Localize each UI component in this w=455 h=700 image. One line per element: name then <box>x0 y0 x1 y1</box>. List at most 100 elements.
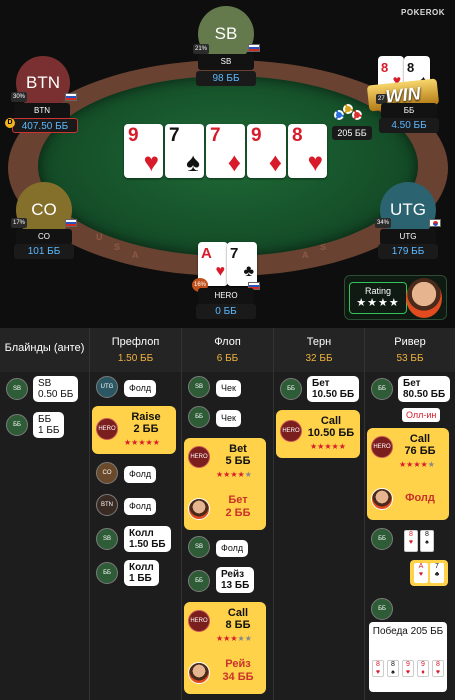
coach-avatar <box>406 278 442 318</box>
action-label: Колл <box>129 528 154 539</box>
street-pot: 32 ББ <box>305 353 333 364</box>
filled-stars: ★★★★ <box>399 460 428 469</box>
coach-avatar <box>188 498 210 520</box>
pot-amount: 205 ББ <box>332 126 372 140</box>
shown-card: 8 ♠ <box>420 530 434 552</box>
board-card: 7 ♠ <box>165 124 204 178</box>
korea-flag-icon <box>429 219 441 227</box>
action-bubble: SB 0.50 ББ <box>33 376 79 402</box>
empty-stars: ★ <box>244 470 252 479</box>
action-label: Бет <box>403 378 421 389</box>
action-bubble: Колл 1 ББ <box>124 560 159 586</box>
action-amount: 10.50 ББ <box>307 427 355 439</box>
player-badge-bb: ББ <box>280 378 302 400</box>
seat-name: HERO <box>198 288 254 304</box>
pokerok-logo: POKEROK <box>401 8 445 17</box>
action-label: Raise <box>131 411 161 423</box>
street-title: Флоп <box>214 336 241 348</box>
winning-card: 9 ♦ <box>417 660 429 677</box>
winning-card: 8 ♥ <box>432 660 444 677</box>
hearts-suit-icon: ♥ <box>215 263 226 280</box>
card-rank: 8 <box>409 531 413 538</box>
action-label: Bet <box>229 443 247 455</box>
spades-suit-icon: ♠ <box>186 147 200 177</box>
action-label: Рейз <box>221 569 245 580</box>
russia-flag-icon <box>248 44 260 52</box>
rating-stars-icon: ★★★★★ <box>399 460 435 469</box>
action-amount: 1.50 ББ <box>129 539 166 550</box>
filled-stars: ★★★ <box>216 634 238 643</box>
card-rank: 8 <box>391 661 395 668</box>
player-badge-sb: SB <box>188 536 210 558</box>
action-bubble: Рейз 13 ББ <box>216 567 255 593</box>
card-rank: 9 <box>421 661 425 668</box>
card-rank: 8 <box>381 60 389 75</box>
seat-name: ББ <box>381 103 437 119</box>
board-card: 7 ♦ <box>206 124 245 178</box>
player-badge-hero: HERO <box>371 436 393 458</box>
player-badge-utg: UTG <box>96 376 118 398</box>
winner-result: Победа 205 ББ <box>369 622 447 692</box>
diamonds-suit-icon: ♦ <box>268 147 282 177</box>
russia-flag-icon <box>65 93 77 101</box>
street-header-blinds: Блайнды (анте) <box>0 328 89 372</box>
hearts-suit-icon: ♥ <box>307 147 323 177</box>
action-label: Call <box>227 607 249 619</box>
action-bubble: Фолд <box>124 498 157 515</box>
action-bubble: Чек <box>216 380 241 397</box>
column-divider <box>181 328 182 700</box>
pot-chips-icon <box>334 104 364 128</box>
player-badge-hero: HERO <box>188 610 210 632</box>
rating-stars-icon: ★★★★★ <box>216 470 252 479</box>
street-title: Блайнды (анте) <box>4 341 85 354</box>
diamonds-suit-icon: ♦ <box>421 669 425 676</box>
card-rank: 8 <box>436 661 440 668</box>
coach-avatar <box>371 488 393 510</box>
action-amount: 8 ББ <box>225 619 251 631</box>
street-pot: 6 ББ <box>216 353 239 364</box>
card-rank: 8 <box>425 531 429 538</box>
dealer-button-icon: D <box>5 118 15 128</box>
card-rank: A <box>418 563 424 570</box>
chip-icon <box>334 110 344 120</box>
action-amount: 13 ББ <box>221 580 250 591</box>
shown-card: 7 ♣ <box>430 563 444 583</box>
seat-label: BTN <box>26 73 60 92</box>
player-badge-bb: ББ <box>371 378 393 400</box>
seat-stack: 0 ББ <box>196 304 256 319</box>
action-label: ББ <box>38 414 52 425</box>
hearts-suit-icon: ♥ <box>375 669 381 676</box>
card-rank: 9 <box>128 125 139 146</box>
street-pot: 1.50 ББ <box>117 353 154 364</box>
rating-stars-icon: ★★★★★ <box>124 438 160 447</box>
seat-stat-badge: 21% <box>193 44 210 54</box>
seat-name: BTN <box>14 103 70 119</box>
coach-avatar <box>188 662 210 684</box>
column-divider <box>273 328 274 700</box>
rating-widget[interactable]: Rating ★★★★ <box>344 275 447 320</box>
winning-card: 8 ♠ <box>387 660 399 677</box>
street-header-river: Ривер 53 ББ <box>365 328 455 372</box>
empty-stars: ★★ <box>237 634 252 643</box>
action-bubble: Колл 1.50 ББ <box>124 526 171 552</box>
player-badge-bb: ББ <box>188 406 210 428</box>
winning-card: 8 ♥ <box>372 660 384 677</box>
action-amount: 1 ББ <box>129 573 152 584</box>
card-rank: 7 <box>169 125 180 146</box>
player-badge-sb: SB <box>6 378 28 400</box>
seat-name: CO <box>16 229 72 245</box>
rating-stars-icon: ★★★★★ <box>216 634 252 643</box>
card-rank: 8 <box>407 60 415 75</box>
player-badge-sb: SB <box>96 528 118 550</box>
board-card: 9 ♥ <box>124 124 163 178</box>
filled-stars: ★★★★ <box>216 470 245 479</box>
action-amount: 0.50 ББ <box>38 389 74 400</box>
action-label: Call <box>409 433 431 445</box>
card-rank: 7 <box>435 563 439 570</box>
board-card: 9 ♦ <box>247 124 286 178</box>
action-label: SB <box>38 378 52 389</box>
action-amount: 10.50 ББ <box>312 389 355 400</box>
seat-name: SB <box>198 54 254 70</box>
card-rank: 7 <box>230 245 239 262</box>
seat-label: CO <box>31 200 57 219</box>
